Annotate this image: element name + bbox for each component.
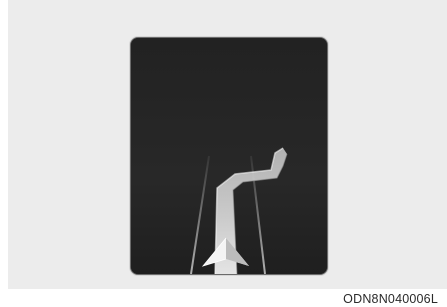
figure-code: ODN8N040006L: [343, 292, 438, 306]
navigation-display-graphic: [131, 38, 327, 274]
navigation-display: [130, 37, 328, 275]
